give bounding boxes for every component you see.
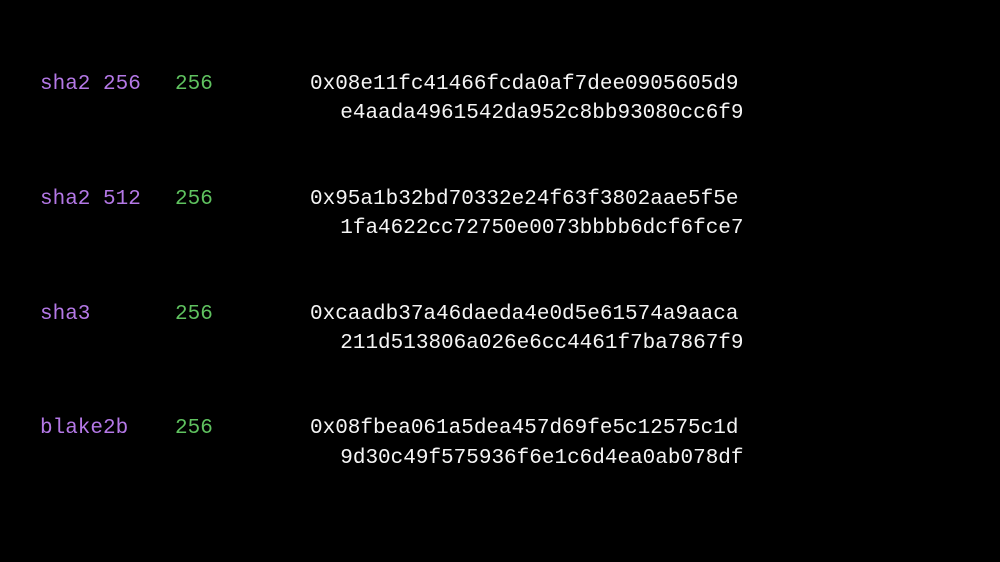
hash-line-2: e4aada4961542da952c8bb93080cc6f9: [310, 99, 744, 128]
algorithm-name: sha3: [40, 300, 175, 359]
hash-output: 0x08fbea061a5dea457d69fe5c12575c1d 9d30c…: [310, 414, 744, 473]
hash-list: sha2 256 256 0x08e11fc41466fcda0af7dee09…: [40, 70, 960, 473]
hash-row: blake2b 256 0x08fbea061a5dea457d69fe5c12…: [40, 414, 960, 473]
algorithm-name: blake2b: [40, 414, 175, 473]
hash-row: sha2 512 256 0x95a1b32bd70332e24f63f3802…: [40, 185, 960, 244]
hash-row: sha3 256 0xcaadb37a46daeda4e0d5e61574a9a…: [40, 300, 960, 359]
bit-length: 256: [175, 414, 310, 473]
hash-line-2: 211d513806a026e6cc4461f7ba7867f9: [310, 329, 744, 358]
hash-line-1: 0xcaadb37a46daeda4e0d5e61574a9aaca: [310, 300, 744, 329]
hash-output: 0x08e11fc41466fcda0af7dee0905605d9 e4aad…: [310, 70, 744, 129]
bit-length: 256: [175, 300, 310, 359]
hash-line-1: 0x08fbea061a5dea457d69fe5c12575c1d: [310, 414, 744, 443]
hash-line-2: 9d30c49f575936f6e1c6d4ea0ab078df: [310, 444, 744, 473]
hash-line-2: 1fa4622cc72750e0073bbbb6dcf6fce7: [310, 214, 744, 243]
bit-length: 256: [175, 185, 310, 244]
hash-row: sha2 256 256 0x08e11fc41466fcda0af7dee09…: [40, 70, 960, 129]
algorithm-name: sha2 256: [40, 70, 175, 129]
hash-output: 0xcaadb37a46daeda4e0d5e61574a9aaca 211d5…: [310, 300, 744, 359]
algorithm-name: sha2 512: [40, 185, 175, 244]
bit-length: 256: [175, 70, 310, 129]
hash-output: 0x95a1b32bd70332e24f63f3802aae5f5e 1fa46…: [310, 185, 744, 244]
hash-line-1: 0x08e11fc41466fcda0af7dee0905605d9: [310, 70, 744, 99]
hash-line-1: 0x95a1b32bd70332e24f63f3802aae5f5e: [310, 185, 744, 214]
